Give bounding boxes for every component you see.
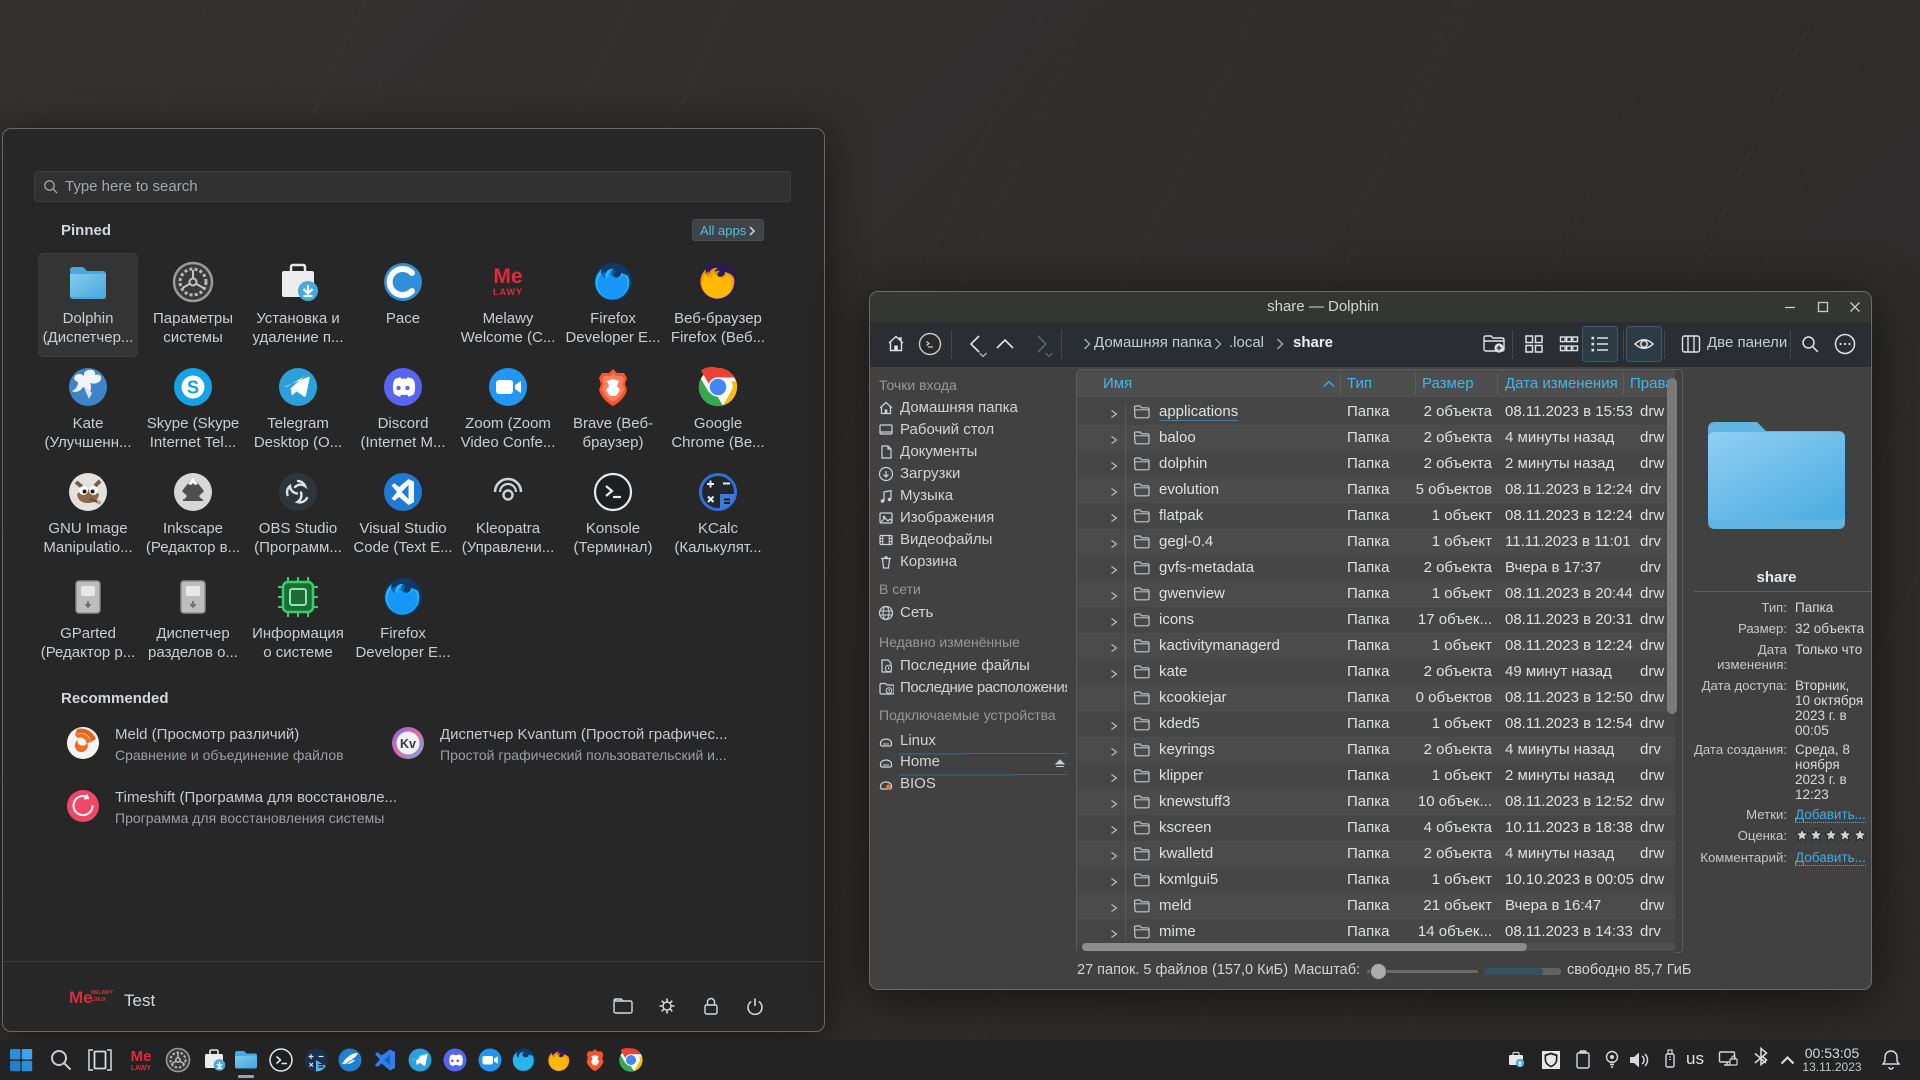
svg-text:Kv: Kv xyxy=(400,737,416,751)
svg-text:LAWY: LAWY xyxy=(493,287,523,297)
svg-text:Me: Me xyxy=(69,988,93,1007)
svg-text:LINUX: LINUX xyxy=(91,997,107,1003)
svg-text:Me: Me xyxy=(493,265,522,288)
svg-text:MELAWY: MELAWY xyxy=(91,990,113,996)
svg-text:Me: Me xyxy=(131,1048,152,1065)
svg-text:LAWY: LAWY xyxy=(131,1065,152,1072)
svg-text:S: S xyxy=(187,378,199,398)
